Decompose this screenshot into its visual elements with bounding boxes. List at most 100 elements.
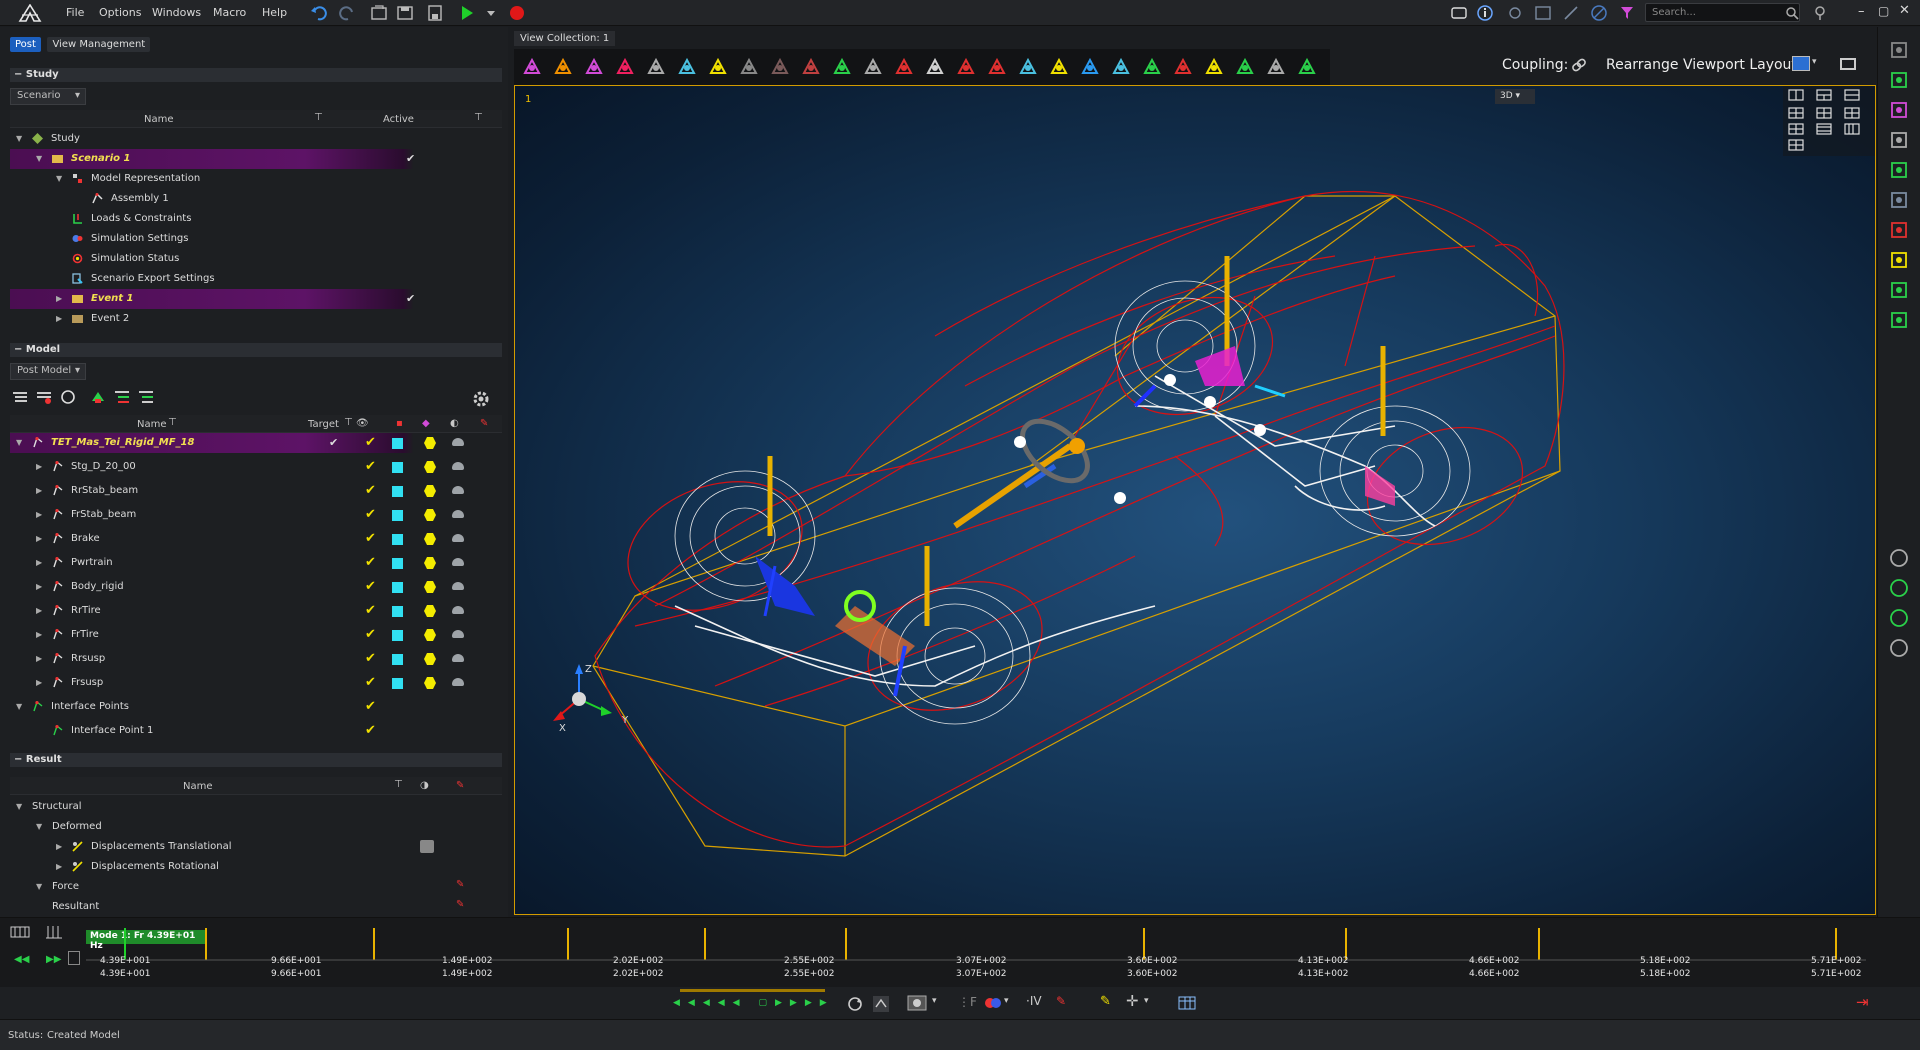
deform-icon[interactable]: ✎: [1056, 994, 1066, 1008]
expand-arrow-icon[interactable]: ▶: [56, 294, 62, 303]
result-row-deformed[interactable]: ▼ Deformed: [10, 817, 502, 837]
study-filter-dropdown[interactable]: Scenario ▾: [10, 88, 86, 105]
clip-icon[interactable]: [956, 57, 976, 77]
vector-icon[interactable]: ·IV: [1026, 994, 1042, 1008]
render-style-icon[interactable]: [424, 581, 436, 593]
grid-icon[interactable]: [1297, 57, 1317, 77]
transparency-icon[interactable]: [452, 534, 464, 542]
study-section-header[interactable]: − Study: [10, 68, 502, 82]
expand-arrow-icon[interactable]: ▼: [16, 702, 22, 711]
bounce-icon[interactable]: [872, 995, 890, 1013]
crosshair-icon[interactable]: ✛: [1126, 992, 1139, 1010]
animation-column-icon[interactable]: ✎: [456, 780, 464, 791]
visibility-check-icon[interactable]: ✔: [365, 723, 376, 738]
car-wireframe-model[interactable]: Z Y X: [515, 86, 1876, 915]
expand-arrow-icon[interactable]: ▼: [36, 882, 42, 891]
wave-icon[interactable]: [1888, 279, 1910, 301]
plot-icon[interactable]: [584, 57, 604, 77]
result-section-header[interactable]: − Result: [10, 753, 502, 767]
model-tree-row[interactable]: ▶ RrTire ✔: [10, 601, 502, 621]
tree-row-event-2[interactable]: ▶ Event 2: [10, 309, 502, 329]
expand-arrow-icon[interactable]: ▶: [36, 582, 42, 591]
expand-arrow-icon[interactable]: ▶: [56, 842, 62, 851]
no-entry-icon[interactable]: [1590, 4, 1608, 22]
tab-post[interactable]: Post: [10, 37, 41, 52]
animation-column-icon[interactable]: ✎: [480, 418, 488, 429]
minimize-icon[interactable]: –: [1858, 4, 1865, 19]
visibility-check-icon[interactable]: ✔: [365, 459, 376, 474]
tree-row-simulation-settings[interactable]: Simulation Settings: [10, 229, 502, 249]
expand-arrow-icon[interactable]: ▼: [56, 174, 62, 183]
mesh-tool-icon[interactable]: [1888, 637, 1910, 659]
color-swatch[interactable]: [392, 606, 403, 617]
step-back-icon[interactable]: ◀◀: [14, 954, 29, 965]
tree-icon[interactable]: [1888, 159, 1910, 181]
filter-icon[interactable]: ⊤: [344, 417, 353, 428]
expand-arrow-icon[interactable]: ▶: [36, 606, 42, 615]
menu-help[interactable]: Help: [262, 6, 287, 19]
open-session-icon[interactable]: [370, 4, 388, 22]
menu-options[interactable]: Options: [99, 6, 141, 19]
model-tree-row[interactable]: ▶ Body_rigid ✔: [10, 577, 502, 597]
tree-row-event-1[interactable]: ▶ Event 1 ✔: [10, 289, 502, 309]
model-col-name[interactable]: Name: [137, 419, 167, 430]
timeline-markers-icon[interactable]: [44, 924, 64, 940]
expand-arrow-icon[interactable]: ▶: [36, 678, 42, 687]
menu-windows[interactable]: Windows: [152, 6, 201, 19]
contour-icon[interactable]: [984, 995, 1002, 1011]
animation-controls[interactable]: ◀◀◀◀◀ ▢▶▶▶▶: [673, 998, 835, 1008]
cut-icon[interactable]: [770, 57, 790, 77]
sphere-icon[interactable]: [553, 57, 573, 77]
render-style-icon[interactable]: [424, 605, 436, 617]
chart-icon[interactable]: [1888, 219, 1910, 241]
target-icon[interactable]: [1142, 57, 1162, 77]
model-tree-row[interactable]: ▼ Interface Points ✔: [10, 697, 502, 717]
chevron-down-icon[interactable]: ▾: [1004, 996, 1009, 1006]
model-tree-row[interactable]: ▶ FrStab_beam ✔: [10, 505, 502, 525]
tree-view-icon[interactable]: [114, 389, 130, 405]
filter-icon[interactable]: ⊤: [314, 112, 323, 123]
tree-row-scenario-export-settings[interactable]: Scenario Export Settings: [10, 269, 502, 289]
study-col-name[interactable]: Name: [144, 114, 174, 125]
mirror-icon[interactable]: [987, 57, 1007, 77]
model-section-header[interactable]: − Model: [10, 343, 502, 357]
plane-icon[interactable]: [1235, 57, 1255, 77]
color-swatch[interactable]: [392, 582, 403, 593]
target-check-icon[interactable]: ✔: [329, 436, 338, 449]
transparency-icon[interactable]: [452, 510, 464, 518]
visibility-check-icon[interactable]: ✔: [365, 627, 376, 642]
i-beam-icon[interactable]: [1080, 57, 1100, 77]
expand-arrow-icon[interactable]: ▼: [16, 438, 22, 447]
spring-icon[interactable]: [1049, 57, 1069, 77]
transparency-icon[interactable]: [452, 582, 464, 590]
measure-icon[interactable]: [739, 57, 759, 77]
render-style-icon[interactable]: [424, 557, 436, 569]
result-row-displacements-translational[interactable]: ▶ Displacements Translational: [10, 837, 502, 857]
model-tree-row[interactable]: ▶ Brake ✔: [10, 529, 502, 549]
filter-icon[interactable]: ⊤: [474, 112, 483, 123]
model-tree-row[interactable]: ▶ Pwrtrain ✔: [10, 553, 502, 573]
color-swatch[interactable]: [392, 678, 403, 689]
window-icon[interactable]: [1450, 4, 1468, 22]
model-tree-row[interactable]: Interface Point 1 ✔: [10, 721, 502, 741]
model-tree-row[interactable]: ▶ Stg_D_20_00 ✔: [10, 457, 502, 477]
render-style-icon[interactable]: [424, 629, 436, 641]
transparency-icon[interactable]: [452, 558, 464, 566]
active-check-icon[interactable]: ✔: [406, 292, 415, 305]
tree-row-simulation-status[interactable]: Simulation Status: [10, 249, 502, 269]
section-icon[interactable]: [801, 57, 821, 77]
color-swatch[interactable]: [392, 486, 403, 497]
record-icon[interactable]: [508, 4, 526, 22]
save-icon[interactable]: [426, 4, 444, 22]
expand-arrow-icon[interactable]: ▶: [36, 510, 42, 519]
cog-icon[interactable]: [863, 57, 883, 77]
view-icon[interactable]: [1888, 69, 1910, 91]
color-swatch[interactable]: [392, 558, 403, 569]
result-row-displacements-rotational[interactable]: ▶ Displacements Rotational: [10, 857, 502, 877]
tree-row-scenario-1[interactable]: ▼ Scenario 1 ✔: [10, 149, 502, 169]
color-swatch[interactable]: [392, 630, 403, 641]
search-icon[interactable]: [1783, 4, 1801, 22]
app-logo-icon[interactable]: [18, 4, 42, 22]
eye-icon[interactable]: [420, 840, 434, 853]
expand-arrow-icon[interactable]: ▼: [36, 822, 42, 831]
